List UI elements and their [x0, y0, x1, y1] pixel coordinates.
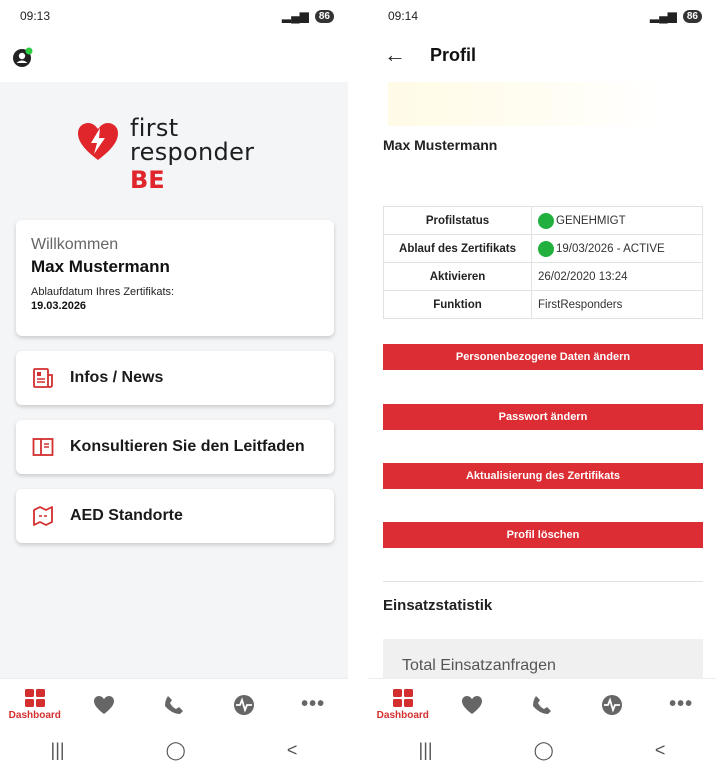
statistics-title: Einsatzstatistik: [383, 597, 493, 614]
logo-line-1: first: [130, 114, 179, 142]
edit-personal-data-button[interactable]: Personenbezogene Daten ändern: [383, 344, 703, 370]
nav-activity[interactable]: [214, 694, 274, 716]
user-avatar-icon[interactable]: [12, 46, 34, 68]
back-icon[interactable]: <: [655, 740, 666, 761]
nav-dashboard[interactable]: Dashboard: [373, 688, 433, 721]
table-row: Ablauf des Zertifikats 19/03/2026 - ACTI…: [383, 234, 703, 263]
recent-apps-icon[interactable]: |||: [419, 740, 433, 761]
status-bar: 09:13 ▂▄▆ 86: [0, 0, 348, 32]
nav-dashboard[interactable]: Dashboard: [5, 688, 65, 721]
book-icon: [32, 438, 54, 456]
signal-icon: ▂▄▆: [281, 9, 309, 23]
nav-dashboard-label: Dashboard: [8, 710, 61, 721]
nav-more[interactable]: •••: [651, 693, 711, 716]
menu-item-guide[interactable]: Konsultieren Sie den Leitfaden: [16, 420, 334, 474]
nav-phone[interactable]: [144, 695, 204, 715]
news-icon: [33, 368, 53, 388]
phone-icon: [532, 695, 551, 714]
home-icon[interactable]: ◯: [534, 740, 554, 761]
bottom-navigation: Dashboard •••: [0, 678, 348, 730]
row-value: 26/02/2020 13:24: [531, 262, 703, 291]
nav-dashboard-label: Dashboard: [376, 710, 429, 721]
cert-expiry-label: Ablaufdatum Ihres Zertifikats:: [31, 286, 175, 298]
nav-phone[interactable]: [512, 695, 572, 715]
recent-apps-icon[interactable]: |||: [51, 740, 65, 761]
nav-heart[interactable]: [74, 695, 134, 715]
row-key: Ablauf des Zertifikats: [383, 234, 532, 263]
battery-level: 86: [682, 9, 702, 23]
profile-table: Profilstatus GENEHMIGT Ablauf des Zertif…: [383, 206, 703, 319]
row-key: Funktion: [383, 290, 532, 319]
page-title: Profil: [430, 44, 477, 65]
status-dot-icon: [538, 212, 554, 229]
more-icon: •••: [669, 693, 694, 715]
map-icon: [33, 506, 53, 526]
row-value: 19/03/2026 - ACTIVE: [556, 242, 665, 255]
pulse-icon: [601, 694, 622, 715]
table-row: Profilstatus GENEHMIGT: [383, 206, 703, 235]
delete-profile-button[interactable]: Profil löschen: [383, 522, 703, 548]
firstresponder-logo: first responder BE: [76, 116, 276, 196]
table-row: Funktion FirstResponders: [383, 290, 703, 319]
total-requests-label: Total Einsatzanfragen: [402, 657, 556, 674]
menu-item-label: Infos / News: [70, 369, 164, 386]
profile-screen: 09:14 ▂▄▆ 86 ← Profil Max Mustermann Pro…: [368, 0, 716, 771]
menu-item-label: Konsultieren Sie den Leitfaden: [70, 438, 305, 455]
row-key: Profilstatus: [383, 206, 532, 235]
back-arrow-icon[interactable]: ←: [384, 42, 406, 68]
app-header: ← Profil: [368, 32, 716, 78]
back-icon[interactable]: <: [287, 740, 298, 761]
system-navigation: ||| ◯ <: [368, 730, 716, 771]
pulse-icon: [233, 694, 254, 715]
nav-heart[interactable]: [442, 695, 502, 715]
status-time: 09:13: [20, 9, 51, 23]
logo-line-2: responder: [130, 138, 255, 166]
nav-activity[interactable]: [582, 694, 642, 716]
change-password-button[interactable]: Passwort ändern: [383, 404, 703, 430]
app-header: [0, 32, 348, 82]
menu-item-label: AED Standorte: [70, 507, 183, 524]
more-icon: •••: [301, 693, 326, 715]
welcome-title: Willkommen: [31, 236, 119, 253]
dashboard-icon: [392, 689, 413, 707]
banner-area: [388, 82, 658, 126]
heart-bolt-icon: [78, 123, 118, 160]
heart-icon: [462, 695, 483, 714]
update-certificate-button[interactable]: Aktualisierung des Zertifikats: [383, 463, 703, 489]
row-value: GENEHMIGT: [556, 214, 626, 227]
welcome-card: Willkommen Max Mustermann Ablaufdatum Ih…: [16, 220, 334, 336]
nav-more[interactable]: •••: [283, 693, 343, 716]
table-row: Aktivieren 26/02/2020 13:24: [383, 262, 703, 291]
menu-item-news[interactable]: Infos / News: [16, 351, 334, 405]
status-bar: 09:14 ▂▄▆ 86: [368, 0, 716, 32]
bottom-navigation: Dashboard •••: [368, 678, 716, 730]
row-value: FirstResponders: [531, 290, 703, 319]
user-name: Max Mustermann: [31, 257, 170, 276]
signal-icon: ▂▄▆: [649, 9, 677, 23]
menu-item-aed[interactable]: AED Standorte: [16, 489, 334, 543]
system-navigation: ||| ◯ <: [0, 730, 348, 771]
home-icon[interactable]: ◯: [166, 740, 186, 761]
status-time: 09:14: [388, 9, 419, 23]
phone-icon: [164, 695, 183, 714]
profile-name: Max Mustermann: [383, 137, 498, 153]
dashboard-icon: [24, 689, 45, 707]
cert-expiry-date: 19.03.2026: [31, 300, 87, 312]
status-dot-icon: [538, 240, 554, 257]
row-key: Aktivieren: [383, 262, 532, 291]
logo-line-3: BE: [130, 166, 165, 194]
heart-icon: [94, 695, 115, 714]
dashboard-screen: 09:13 ▂▄▆ 86 first responder BE Willkomm…: [0, 0, 348, 771]
divider: [383, 581, 703, 582]
battery-level: 86: [314, 9, 334, 23]
